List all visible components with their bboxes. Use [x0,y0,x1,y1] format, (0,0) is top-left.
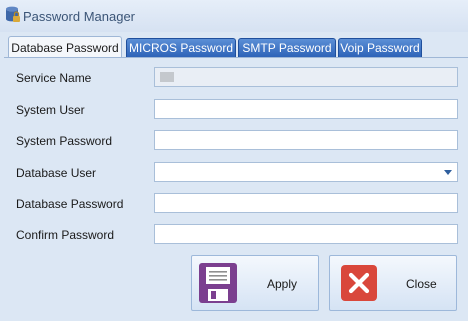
confirm-password-label: Confirm Password [16,228,115,242]
password-manager-window: Password Manager Database Password MICRO… [0,0,468,321]
close-button-label: Close [406,277,437,291]
tab-voip-password[interactable]: Voip Password [338,38,422,57]
tab-strip: Database Password MICROS Password SMTP P… [8,36,468,58]
database-lock-icon [6,6,20,22]
database-password-label: Database Password [16,197,124,211]
save-icon [199,263,237,303]
tab-micros-password[interactable]: MICROS Password [126,38,236,57]
apply-button[interactable]: Apply [191,255,319,311]
database-user-label: Database User [16,166,97,180]
service-name-value [160,72,174,82]
service-name-field [154,67,458,87]
confirm-password-input[interactable] [154,224,458,244]
system-password-input[interactable] [154,130,458,150]
system-password-label: System Password [16,134,113,148]
system-user-label: System User [16,103,85,117]
chevron-down-icon[interactable] [444,170,452,175]
title-bar: Password Manager [0,0,468,32]
close-button[interactable]: Close [329,255,457,311]
close-icon [341,265,377,301]
database-password-input[interactable] [154,193,458,213]
service-name-label: Service Name [16,71,92,85]
system-user-input[interactable] [154,99,458,119]
database-user-dropdown[interactable] [154,162,458,182]
tab-smtp-password[interactable]: SMTP Password [238,38,336,57]
window-title: Password Manager [23,9,135,24]
apply-button-label: Apply [267,277,298,291]
tab-database-password[interactable]: Database Password [8,36,122,58]
